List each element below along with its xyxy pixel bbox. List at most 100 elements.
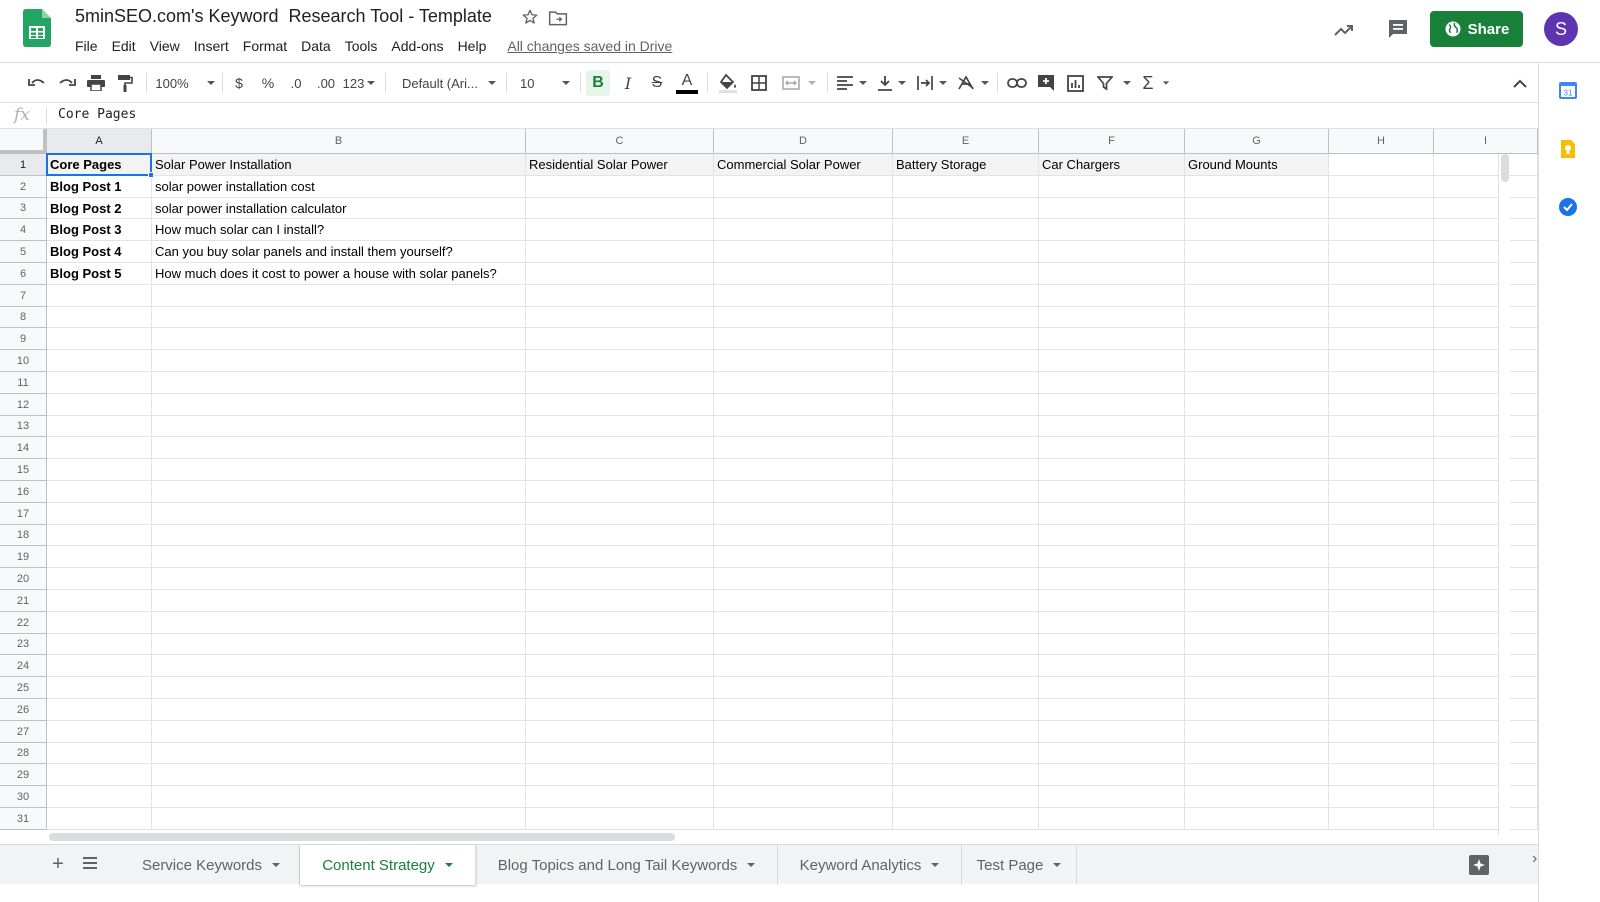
cell[interactable] <box>152 634 526 655</box>
cell[interactable] <box>893 743 1039 764</box>
row-header[interactable]: 6 <box>0 263 47 285</box>
cell[interactable] <box>1185 350 1329 372</box>
cell[interactable] <box>152 307 526 328</box>
cell[interactable] <box>1039 394 1185 416</box>
cell[interactable] <box>47 612 152 634</box>
cell[interactable] <box>893 307 1039 328</box>
row-header[interactable]: 24 <box>0 655 47 677</box>
sheets-logo-icon[interactable] <box>23 9 51 47</box>
cell[interactable] <box>714 307 893 328</box>
cell[interactable] <box>526 590 714 612</box>
row-header[interactable]: 19 <box>0 546 47 568</box>
sheet-tab-service-keywords[interactable]: Service Keywords <box>123 845 300 885</box>
cell[interactable] <box>526 786 714 808</box>
cell[interactable] <box>526 350 714 372</box>
row-header[interactable]: 4 <box>0 219 47 241</box>
cell[interactable] <box>1039 481 1185 503</box>
cell[interactable] <box>1329 285 1434 307</box>
menu-tools[interactable]: Tools <box>338 38 385 54</box>
sheet-tab-blog-topics[interactable]: Blog Topics and Long Tail Keywords <box>476 845 778 885</box>
cell[interactable] <box>47 437 152 459</box>
menu-help[interactable]: Help <box>451 38 494 54</box>
cell[interactable] <box>152 459 526 481</box>
horizontal-align-icon[interactable] <box>834 63 870 103</box>
cell[interactable] <box>1039 350 1185 372</box>
cell[interactable] <box>1329 677 1434 699</box>
document-title[interactable]: 5minSEO.com's Keyword Research Tool - Te… <box>75 6 492 27</box>
cell[interactable] <box>714 416 893 437</box>
cell[interactable] <box>1329 437 1434 459</box>
cell[interactable] <box>1434 721 1538 743</box>
calendar-icon[interactable]: 31 <box>1558 80 1580 102</box>
column-header[interactable]: B <box>152 129 526 154</box>
cell[interactable] <box>1185 590 1329 612</box>
increase-decimals-button[interactable]: .00 <box>313 63 339 103</box>
cell[interactable] <box>1185 743 1329 764</box>
column-header[interactable]: F <box>1039 129 1185 154</box>
borders-icon[interactable] <box>746 63 772 103</box>
cell[interactable] <box>893 525 1039 546</box>
cell[interactable] <box>152 743 526 764</box>
cell[interactable] <box>526 307 714 328</box>
cell[interactable] <box>1329 154 1434 176</box>
cell[interactable] <box>152 808 526 830</box>
cell[interactable] <box>893 634 1039 655</box>
cell[interactable] <box>893 721 1039 743</box>
cell[interactable]: Blog Post 2 <box>47 198 152 219</box>
cell[interactable] <box>47 503 152 525</box>
undo-icon[interactable] <box>24 63 50 103</box>
cell[interactable] <box>47 808 152 830</box>
cell[interactable] <box>1329 263 1434 285</box>
cell[interactable]: Residential Solar Power <box>526 154 714 176</box>
cell[interactable] <box>1434 459 1538 481</box>
menu-file[interactable]: File <box>68 38 105 54</box>
cell[interactable] <box>526 198 714 219</box>
cell[interactable] <box>1185 546 1329 568</box>
cell[interactable] <box>1039 786 1185 808</box>
cell[interactable] <box>893 655 1039 677</box>
cell[interactable] <box>1039 307 1185 328</box>
cell[interactable] <box>1434 241 1538 263</box>
cell[interactable] <box>1185 808 1329 830</box>
cell[interactable] <box>1039 634 1185 655</box>
cell[interactable] <box>152 525 526 546</box>
strikethrough-button[interactable]: S <box>645 63 669 103</box>
cell[interactable] <box>714 481 893 503</box>
cell[interactable]: Blog Post 5 <box>47 263 152 285</box>
cell[interactable] <box>152 503 526 525</box>
comment-history-icon[interactable] <box>1386 17 1410 41</box>
cell[interactable] <box>1434 176 1538 198</box>
cell[interactable] <box>1185 786 1329 808</box>
cell[interactable] <box>1329 568 1434 590</box>
cell[interactable] <box>1434 416 1538 437</box>
cell[interactable] <box>1434 437 1538 459</box>
explore-icon[interactable] <box>1468 854 1490 876</box>
cell[interactable] <box>526 263 714 285</box>
cell[interactable] <box>1185 525 1329 546</box>
text-wrap-icon[interactable] <box>914 63 950 103</box>
bold-button[interactable]: B <box>586 70 610 96</box>
merge-cells-icon[interactable] <box>777 63 821 103</box>
cell[interactable] <box>893 328 1039 350</box>
cell[interactable] <box>526 655 714 677</box>
cell[interactable] <box>1039 721 1185 743</box>
menu-format[interactable]: Format <box>236 38 294 54</box>
cell[interactable]: Ground Mounts <box>1185 154 1329 176</box>
cell[interactable] <box>47 481 152 503</box>
row-header[interactable]: 20 <box>0 568 47 590</box>
cell[interactable] <box>893 285 1039 307</box>
cell[interactable] <box>1434 307 1538 328</box>
cell[interactable] <box>893 568 1039 590</box>
share-button[interactable]: Share <box>1430 11 1523 47</box>
cell[interactable] <box>526 219 714 241</box>
sheet-tab-keyword-analytics[interactable]: Keyword Analytics <box>778 845 962 885</box>
cell[interactable] <box>714 503 893 525</box>
cell[interactable] <box>526 394 714 416</box>
cell[interactable] <box>893 590 1039 612</box>
functions-icon[interactable]: Σ <box>1138 63 1174 103</box>
cell[interactable] <box>1434 198 1538 219</box>
cell[interactable] <box>47 590 152 612</box>
cell[interactable] <box>1329 307 1434 328</box>
cell[interactable] <box>1039 612 1185 634</box>
cell[interactable] <box>714 568 893 590</box>
